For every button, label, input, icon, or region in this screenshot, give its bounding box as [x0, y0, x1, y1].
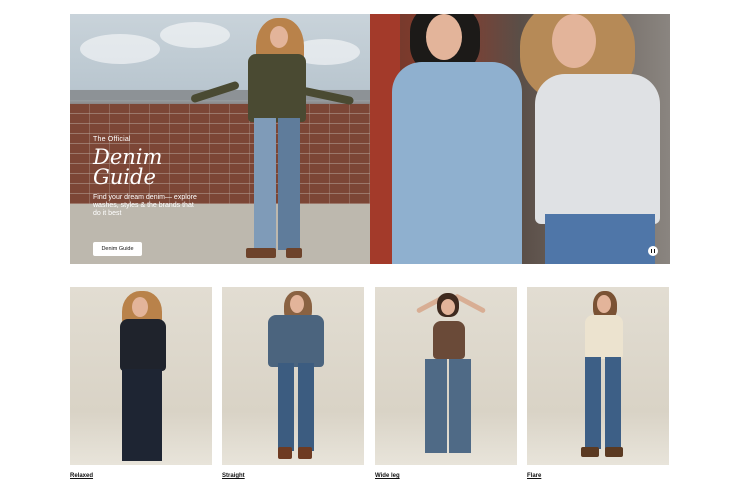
white-shirt — [535, 74, 660, 224]
denim-guide-button[interactable]: Denim Guide — [93, 242, 142, 256]
category-cards: Relaxed Straight Wide leg Flare — [70, 287, 670, 487]
hero-title-line1: Denim — [93, 145, 163, 169]
denim-shirt — [392, 62, 522, 264]
hero-video-right[interactable] — [370, 14, 670, 264]
card-relaxed[interactable]: Relaxed — [70, 287, 212, 482]
card-wide-leg[interactable]: Wide leg — [375, 287, 517, 482]
cloud — [160, 22, 230, 48]
card-image-straight[interactable] — [222, 287, 364, 465]
jeans — [545, 214, 655, 264]
card-straight[interactable]: Straight — [222, 287, 364, 482]
category-link-wide-leg[interactable]: Wide leg — [375, 473, 400, 479]
category-link-straight[interactable]: Straight — [222, 473, 245, 479]
card-flare[interactable]: Flare — [527, 287, 669, 482]
cloud — [80, 34, 160, 64]
hero-description: Find your dream denim— explore washes, s… — [93, 194, 197, 217]
hero-eyebrow: The Official — [93, 136, 131, 143]
card-image-flare[interactable] — [527, 287, 669, 465]
hero-banner: The Official Denim Guide Find your dream… — [70, 14, 670, 264]
category-link-flare[interactable]: Flare — [527, 473, 541, 479]
model-face — [552, 14, 596, 68]
hero-title-line2: Guide — [93, 165, 156, 189]
hero-title: Denim Guide — [93, 145, 213, 189]
category-link-relaxed[interactable]: Relaxed — [70, 473, 93, 479]
model-face — [426, 14, 462, 60]
card-image-wide-leg[interactable] — [375, 287, 517, 465]
hero-text-block: The Official Denim Guide Find your dream… — [93, 136, 213, 218]
pause-icon[interactable] — [648, 246, 658, 256]
card-image-relaxed[interactable] — [70, 287, 212, 465]
